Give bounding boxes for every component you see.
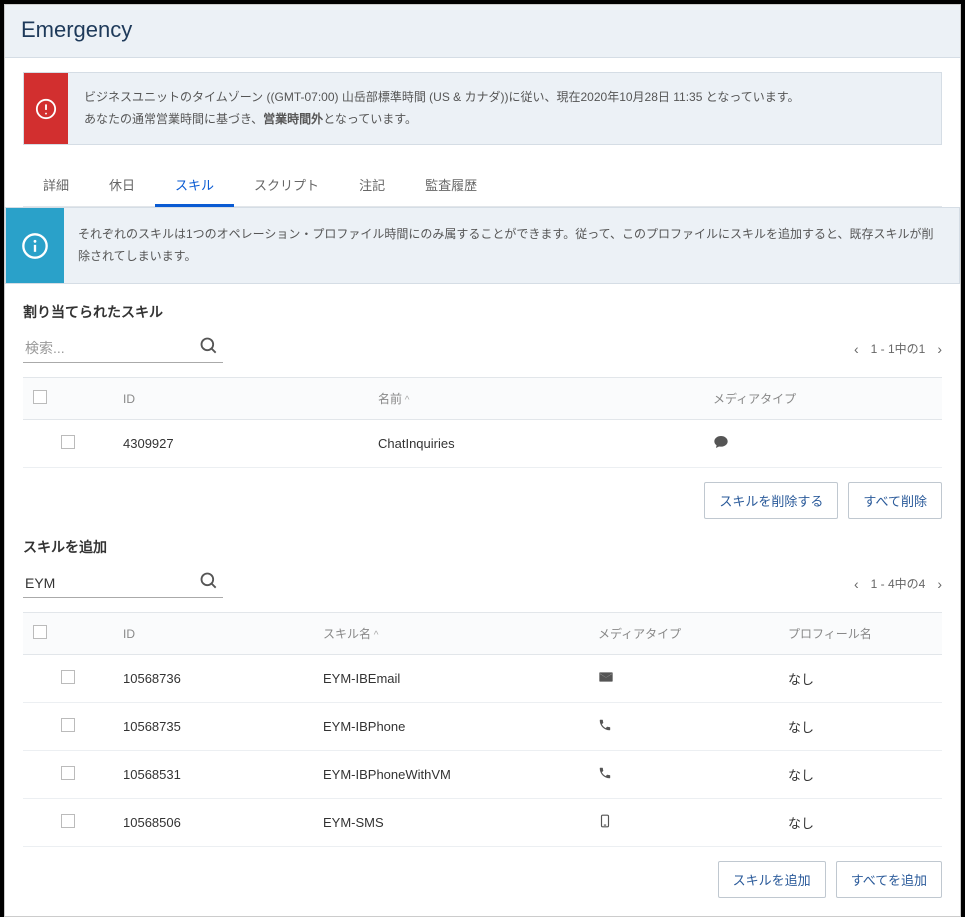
cell-name: EYM-IBPhoneWithVM [313, 751, 588, 799]
cell-media [588, 751, 778, 799]
assigned-pager: ‹ 1 - 1中の1 › [854, 340, 942, 357]
cell-id: 10568736 [113, 655, 313, 703]
add-title: スキルを追加 [23, 537, 942, 557]
cell-profile: なし [778, 703, 942, 751]
col-name[interactable]: 名前 [368, 378, 703, 420]
cell-name: EYM-SMS [313, 799, 588, 847]
row-checkbox[interactable] [61, 718, 75, 732]
add-search-input[interactable] [23, 569, 223, 598]
search-icon[interactable] [199, 336, 219, 359]
warning-icon [24, 73, 68, 144]
cell-name: ChatInquiries [368, 420, 703, 468]
add-table: ID スキル名 メディアタイプ プロフィール名 10568736EYM-IBEm… [23, 612, 942, 847]
col-id[interactable]: ID [113, 613, 313, 655]
table-row[interactable]: 10568531EYM-IBPhoneWithVM なし [23, 751, 942, 799]
select-all-checkbox[interactable] [33, 390, 47, 404]
tabs: 詳細 休日 スキル スクリプト 注記 監査履歴 [23, 165, 942, 207]
table-row[interactable]: 4309927 ChatInquiries [23, 420, 942, 468]
remove-all-button[interactable]: すべて削除 [848, 482, 942, 519]
col-media[interactable]: メディアタイプ [703, 378, 942, 420]
pager-prev-icon[interactable]: ‹ [854, 341, 859, 357]
add-all-button[interactable]: すべてを追加 [836, 861, 942, 898]
alert-line2: あなたの通常営業時間に基づき、営業時間外となっています。 [84, 109, 800, 131]
chat-icon [713, 438, 729, 453]
row-checkbox[interactable] [61, 435, 75, 449]
pager-text: 1 - 1中の1 [871, 340, 926, 357]
cell-id: 10568506 [113, 799, 313, 847]
cell-id: 10568531 [113, 751, 313, 799]
row-checkbox[interactable] [61, 670, 75, 684]
page-title: Emergency [5, 5, 960, 58]
info-banner: それぞれのスキルは1つのオペレーション・プロファイル時間にのみ属することができま… [5, 207, 960, 284]
cell-media [588, 799, 778, 847]
table-row[interactable]: 10568735EYM-IBPhone なし [23, 703, 942, 751]
search-icon[interactable] [199, 571, 219, 594]
row-checkbox[interactable] [61, 766, 75, 780]
select-all-checkbox[interactable] [33, 625, 47, 639]
email-icon [598, 673, 614, 688]
tab-note[interactable]: 注記 [339, 165, 405, 206]
cell-profile: なし [778, 751, 942, 799]
col-id[interactable]: ID [113, 378, 368, 420]
row-checkbox[interactable] [61, 814, 75, 828]
assigned-table: ID 名前 メディアタイプ 4309927 ChatInquiries [23, 377, 942, 468]
add-skill-button[interactable]: スキルを追加 [718, 861, 826, 898]
tab-script[interactable]: スクリプト [234, 165, 339, 206]
sms-icon [598, 816, 612, 831]
cell-media [703, 420, 942, 468]
warning-alert: ビジネスユニットのタイムゾーン ((GMT-07:00) 山岳部標準時間 (US… [23, 72, 942, 145]
cell-name: EYM-IBEmail [313, 655, 588, 703]
tab-audit[interactable]: 監査履歴 [405, 165, 497, 206]
col-profile[interactable]: プロフィール名 [778, 613, 942, 655]
cell-media [588, 655, 778, 703]
pager-text: 1 - 4中の4 [871, 575, 926, 592]
cell-media [588, 703, 778, 751]
remove-skill-button[interactable]: スキルを削除する [704, 482, 838, 519]
table-row[interactable]: 10568506EYM-SMS なし [23, 799, 942, 847]
assigned-search-input[interactable] [23, 334, 223, 363]
table-row[interactable]: 10568736EYM-IBEmail なし [23, 655, 942, 703]
col-skill[interactable]: スキル名 [313, 613, 588, 655]
phone-icon [598, 720, 612, 735]
tab-detail[interactable]: 詳細 [23, 165, 89, 206]
tab-skill[interactable]: スキル [155, 165, 234, 207]
tab-holiday[interactable]: 休日 [89, 165, 155, 206]
cell-profile: なし [778, 655, 942, 703]
pager-next-icon[interactable]: › [937, 576, 942, 592]
cell-id: 4309927 [113, 420, 368, 468]
info-icon [6, 208, 64, 283]
cell-profile: なし [778, 799, 942, 847]
pager-prev-icon[interactable]: ‹ [854, 576, 859, 592]
assigned-title: 割り当てられたスキル [23, 302, 942, 322]
info-text: それぞれのスキルは1つのオペレーション・プロファイル時間にのみ属することができま… [64, 208, 959, 283]
cell-name: EYM-IBPhone [313, 703, 588, 751]
add-pager: ‹ 1 - 4中の4 › [854, 575, 942, 592]
col-media[interactable]: メディアタイプ [588, 613, 778, 655]
cell-id: 10568735 [113, 703, 313, 751]
phone-icon [598, 768, 612, 783]
pager-next-icon[interactable]: › [937, 341, 942, 357]
alert-line1: ビジネスユニットのタイムゾーン ((GMT-07:00) 山岳部標準時間 (US… [84, 87, 800, 109]
